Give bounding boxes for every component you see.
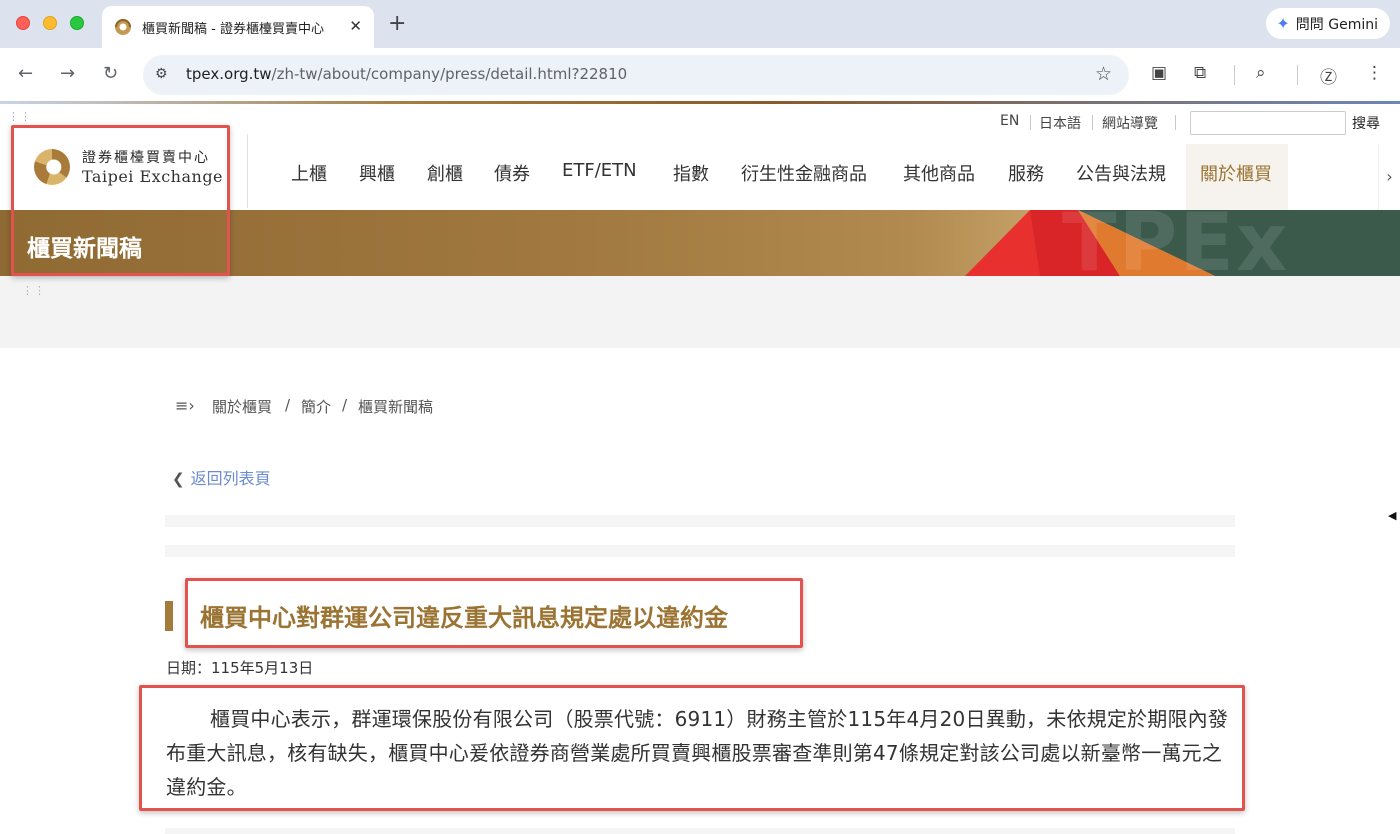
utility-divider: [1175, 115, 1176, 130]
drag-handle-icon[interactable]: ⋮⋮: [22, 284, 46, 297]
nav-item-about[interactable]: 關於櫃買: [1200, 160, 1272, 186]
url-text[interactable]: tpex.org.tw/zh-tw/about/company/press/de…: [186, 65, 627, 83]
new-tab-button[interactable]: +: [388, 11, 406, 36]
browser-toolbar: ← → ↻ ⚙ tpex.org.tw/zh-tw/about/company/…: [0, 48, 1400, 102]
title-accent-bar: [165, 601, 173, 631]
nav-item-bonds[interactable]: 債券: [494, 160, 530, 186]
gemini-button[interactable]: ✦ 問問 Gemini: [1266, 8, 1390, 39]
side-panel-toggle-icon[interactable]: ◀: [1388, 509, 1396, 522]
browser-tab-active[interactable]: 櫃買新聞稿 - 證券櫃檯買賣中心 ✕: [102, 6, 374, 48]
gemini-label: 問問 Gemini: [1295, 16, 1378, 33]
tab-close-icon[interactable]: ✕: [349, 17, 362, 35]
toolbar-separator: [1234, 65, 1235, 85]
window-minimize-button[interactable]: [43, 16, 57, 30]
nav-item-derivatives[interactable]: 衍生性金融商品: [741, 160, 867, 186]
breadcrumb-menu-icon[interactable]: ≡›: [175, 396, 195, 415]
chevron-left-icon: ❮: [172, 470, 185, 488]
profile-avatar-icon[interactable]: Ⓩ: [1320, 63, 1337, 88]
press-date: 日期：115年5月13日: [166, 659, 314, 677]
nav-item-otc[interactable]: 上櫃: [291, 160, 327, 186]
nav-item-gisa[interactable]: 創櫃: [427, 160, 463, 186]
annotation-box-body: [139, 685, 1245, 811]
back-arrow-icon[interactable]: ←: [18, 63, 33, 84]
line-extension-icon[interactable]: ▣: [1151, 63, 1167, 83]
sitemap-link[interactable]: 網站導覽: [1102, 113, 1158, 133]
annotation-box-logo: [11, 125, 230, 276]
header-grey-band: [0, 276, 1400, 348]
nav-item-announcements[interactable]: 公告與法規: [1076, 160, 1166, 186]
breadcrumb-about[interactable]: 關於櫃買: [212, 396, 272, 417]
window-zoom-button[interactable]: [70, 16, 84, 30]
tab-search-icon[interactable]: ⌕: [1256, 63, 1266, 83]
back-to-list-link[interactable]: ❮ 返回列表頁: [172, 465, 271, 489]
extensions-puzzle-icon[interactable]: ⧉: [1194, 63, 1206, 83]
reload-icon[interactable]: ↻: [103, 63, 118, 84]
nav-item-other-products[interactable]: 其他商品: [903, 160, 975, 186]
breadcrumb-current: 櫃買新聞稿: [358, 398, 434, 416]
tpex-favicon-icon: [115, 19, 131, 35]
toolbar-separator: [1297, 65, 1298, 85]
content-strip: [165, 515, 1235, 527]
breadcrumb-separator: /: [342, 396, 348, 414]
annotation-box-title: [185, 578, 803, 648]
forward-arrow-icon[interactable]: →: [60, 63, 75, 84]
site-search-button[interactable]: 搜尋: [1352, 113, 1380, 133]
nav-item-emerging[interactable]: 興櫃: [359, 160, 395, 186]
banner-watermark: TPEx: [1062, 210, 1290, 276]
tab-title: 櫃買新聞稿 - 證券櫃檯買賣中心: [142, 21, 324, 37]
address-bar[interactable]: ⚙ tpex.org.tw/zh-tw/about/company/press/…: [143, 55, 1129, 95]
site-settings-icon[interactable]: ⚙: [155, 66, 168, 82]
web-page: ⋮⋮ EN 日本語 網站導覽 搜尋 證券櫃檯買賣中心 Taipei Exchan…: [0, 104, 1400, 834]
content-strip: [165, 545, 1235, 557]
content-strip: [165, 828, 1235, 834]
lang-en-link[interactable]: EN: [1000, 113, 1019, 129]
lang-ja-link[interactable]: 日本語: [1039, 113, 1081, 133]
breadcrumb-intro[interactable]: 簡介: [301, 396, 331, 417]
breadcrumb-separator: /: [285, 396, 291, 414]
nav-item-services[interactable]: 服務: [1008, 160, 1044, 186]
site-search-input[interactable]: [1190, 111, 1346, 135]
drag-handle-icon[interactable]: ⋮⋮: [8, 110, 32, 123]
nav-scroll-right-icon[interactable]: ›: [1378, 144, 1400, 210]
browser-menu-icon[interactable]: ⋮: [1366, 63, 1383, 83]
window-close-button[interactable]: [16, 16, 30, 30]
utility-divider: [1030, 115, 1031, 130]
nav-item-indices[interactable]: 指數: [673, 160, 709, 186]
logo-divider: [247, 134, 248, 208]
browser-tab-bar: 櫃買新聞稿 - 證券櫃檯買賣中心 ✕ + ✦ 問問 Gemini: [0, 0, 1400, 48]
bookmark-star-icon[interactable]: ☆: [1095, 63, 1112, 85]
utility-divider: [1092, 115, 1093, 130]
gemini-sparkle-icon: ✦: [1276, 14, 1290, 33]
nav-item-etf-etn[interactable]: ETF/ETN: [562, 160, 637, 181]
